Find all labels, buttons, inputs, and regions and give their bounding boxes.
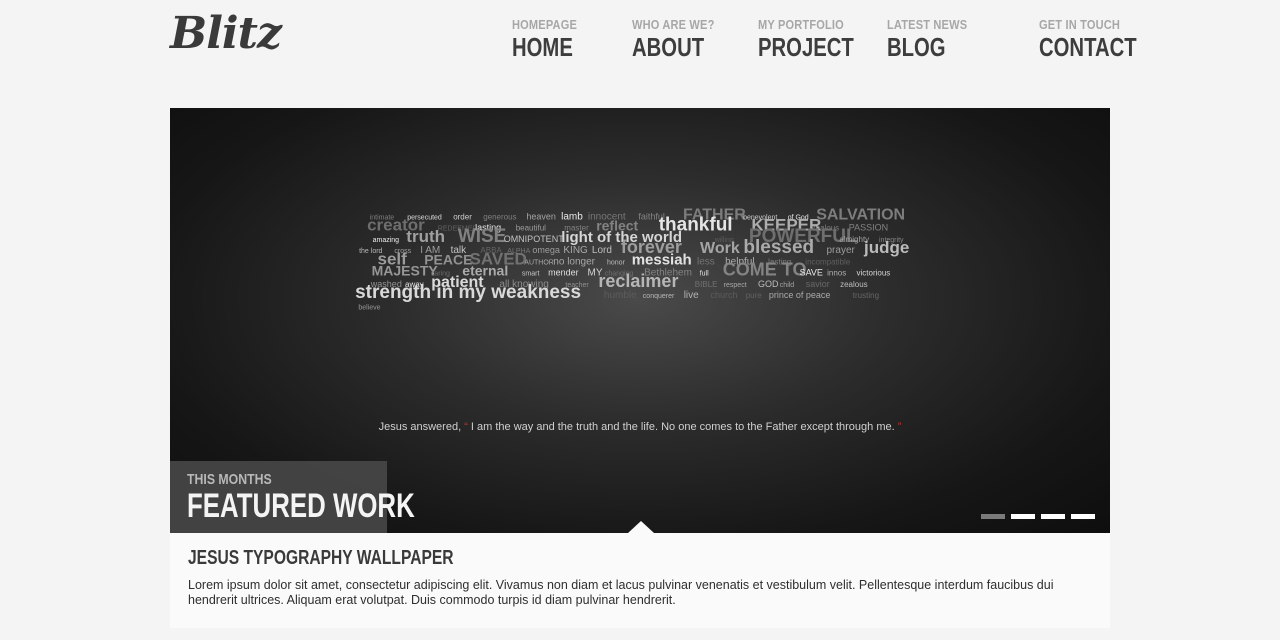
word-cloud-word: reclaimer (598, 271, 678, 291)
nav-item-project[interactable]: MY PORTFOLIO PROJECT (758, 17, 881, 61)
word-cloud-word: GOD (758, 279, 779, 289)
quote-close-mark: ” (897, 421, 902, 433)
word-cloud-word: omega (532, 245, 560, 255)
word-cloud-word: victorious (857, 269, 891, 278)
nav-sublabel: MY PORTFOLIO (758, 17, 844, 32)
word-cloud-word: COME TO (723, 260, 807, 280)
word-cloud-word: mender (548, 268, 579, 278)
caption-text: Lorem ipsum dolor sit amet, consectetur … (188, 578, 1054, 607)
word-cloud-word: believe (358, 304, 380, 311)
word-cloud-word: amazing (373, 237, 400, 244)
word-cloud-word: no longer (553, 256, 595, 267)
word-cloud-word: prince of peace (769, 290, 831, 300)
word-cloud-word: full (700, 271, 709, 278)
word-cloud-word: less (697, 256, 715, 267)
featured-title: FEATURED WORK (187, 487, 415, 525)
word-cloud-word: BIBLE (695, 280, 718, 289)
nav-sublabel: WHO ARE WE? (632, 17, 715, 32)
word-cloud-word: live (684, 290, 699, 301)
word-cloud-word: incompatible (805, 257, 850, 266)
word-cloud-word: honor (607, 259, 626, 266)
caption-pointer-arrow (628, 521, 654, 533)
quote-open-mark: “ (464, 421, 468, 433)
word-cloud-word: prayer (827, 245, 856, 256)
slider-dot-1[interactable] (981, 514, 1005, 519)
word-cloud-word: child (780, 282, 795, 289)
word-cloud-word: church (711, 290, 738, 300)
nav-item-contact[interactable]: GET IN TOUCH CONTACT (1039, 17, 1164, 61)
nav-item-home[interactable]: HOMEPAGE HOME (512, 17, 590, 61)
word-cloud-word: SALVATION (816, 206, 905, 223)
word-cloud-word: generous (483, 212, 516, 221)
slide-caption: JESUS TYPOGRAPHY WALLPAPER Lorem ipsum d… (170, 533, 1110, 628)
word-cloud-word: smart (522, 271, 540, 278)
word-cloud-word: truth (406, 227, 445, 246)
word-cloud-word: KING (563, 245, 588, 256)
nav-sublabel: LATEST NEWS (887, 17, 968, 32)
featured-work-label: THIS MONTHS FEATURED WORK (170, 461, 415, 533)
word-cloud-word: SAVE (800, 268, 823, 278)
word-cloud-word: innos (827, 269, 846, 278)
word-cloud-word: heaven (526, 211, 556, 221)
word-cloud-word: messiah (632, 251, 692, 268)
word-cloud-word: judge (863, 238, 909, 257)
word-cloud-word: trusting (853, 291, 879, 300)
word-cloud-word: MAJESTY (372, 263, 439, 279)
nav-label: ABOUT (632, 32, 705, 62)
nav-item-about[interactable]: WHO ARE WE? ABOUT (632, 17, 729, 61)
featured-slider[interactable]: intimate persecuted order generous heaven lam… (170, 108, 1110, 533)
word-cloud-word: lamb (561, 211, 583, 222)
word-cloud-word: pure (746, 291, 763, 300)
caption-title: JESUS TYPOGRAPHY WALLPAPER (188, 547, 454, 569)
nav-label: PROJECT (758, 32, 854, 62)
nav-label: HOME (512, 32, 573, 62)
quote-body: I am the way and the truth and the life.… (470, 421, 895, 433)
nav-sublabel: HOMEPAGE (512, 17, 578, 32)
slider-dot-2[interactable] (1011, 514, 1035, 519)
slider-dot-3[interactable] (1041, 514, 1065, 519)
nav-sublabel: GET IN TOUCH (1039, 17, 1121, 32)
word-cloud-word: order (453, 212, 472, 221)
word-cloud-word: OMNIPOTENT (504, 234, 565, 244)
nav-item-blog[interactable]: LATEST NEWS BLOG (887, 17, 981, 61)
word-cloud-word: zealous (840, 280, 868, 289)
word-cloud-word: humble (604, 290, 637, 301)
slide-quote: Jesus answered, “ I am the way and the t… (170, 421, 1110, 433)
word-cloud-word: respect (724, 282, 747, 289)
slider-dot-4[interactable] (1071, 514, 1095, 519)
word-cloud-word: savior (806, 279, 830, 289)
word-cloud-word: blessed (743, 237, 814, 258)
nav-label: CONTACT (1039, 32, 1137, 62)
word-cloud-word: strength in my weakness (355, 282, 581, 303)
nav-label: BLOG (887, 32, 946, 62)
site-logo[interactable]: Blitz (170, 8, 282, 59)
word-cloud-word: WISE (458, 226, 507, 247)
word-cloud-word: AUTHOR (524, 259, 554, 266)
word-cloud-word: beautiful (516, 224, 546, 233)
word-cloud-word: Work (700, 240, 740, 257)
quote-prefix: Jesus answered, (378, 421, 462, 433)
word-cloud-word: conquerer (643, 293, 675, 300)
word-cloud-word: Lord (592, 245, 612, 256)
